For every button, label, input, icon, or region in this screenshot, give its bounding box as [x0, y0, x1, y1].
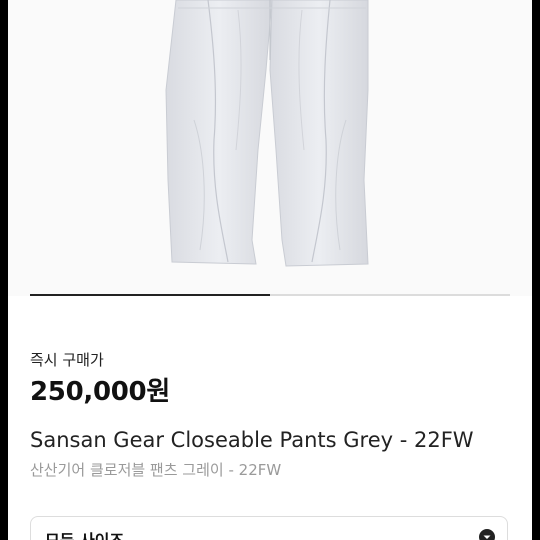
size-select[interactable]: 모든 사이즈	[30, 516, 508, 540]
chevron-down-icon	[479, 529, 495, 540]
product-title-english: Sansan Gear Closeable Pants Grey - 22FW	[30, 428, 474, 452]
instant-buy-label: 즉시 구매가	[30, 351, 104, 369]
product-info: 즉시 구매가 250,000원 Sansan Gear Closeable Pa…	[30, 350, 510, 480]
gallery-progress-track	[30, 294, 510, 296]
product-image[interactable]	[8, 0, 532, 296]
product-title-korean: 산산기어 클로저블 팬츠 그레이 - 22FW	[30, 461, 282, 479]
product-screen: 즉시 구매가 250,000원 Sansan Gear Closeable Pa…	[8, 0, 532, 540]
size-select-value: 모든 사이즈	[45, 527, 124, 540]
price: 250,000원	[30, 377, 170, 407]
gallery-progress-fill	[30, 294, 270, 296]
pants-illustration	[165, 0, 369, 267]
